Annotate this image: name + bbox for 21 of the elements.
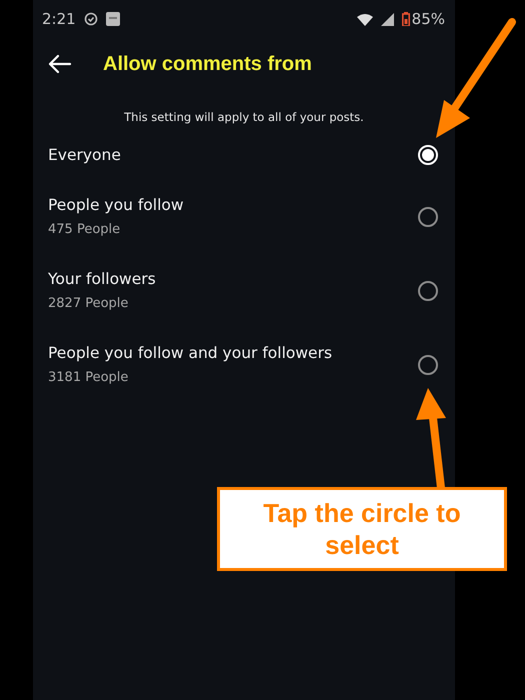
radio-button[interactable] <box>418 281 438 301</box>
option-count: 2827 People <box>48 295 130 313</box>
option-label: Everyone <box>48 145 122 165</box>
radio-button[interactable] <box>418 355 438 375</box>
option-label: People you follow and your followers <box>48 343 334 363</box>
option-label: Your followers <box>48 269 157 289</box>
option-count: 475 People <box>48 221 122 239</box>
signal-icon <box>380 12 394 26</box>
setting-note: This setting will apply to all of your posts. <box>123 109 365 126</box>
wifi-icon <box>356 12 373 26</box>
option-count: 3181 People <box>48 369 130 387</box>
radio-button[interactable] <box>418 207 438 227</box>
status-time: 2:21 <box>42 10 76 28</box>
screen-title: Allow comments from <box>103 52 312 76</box>
card-icon <box>106 12 120 26</box>
battery-percentage: 85% <box>412 10 445 28</box>
callout-text: Tap the circle to select <box>262 497 462 561</box>
battery-icon <box>402 12 410 26</box>
option-label: People you follow <box>48 195 185 215</box>
back-arrow-icon[interactable] <box>48 54 72 74</box>
check-circle-icon <box>84 12 98 26</box>
